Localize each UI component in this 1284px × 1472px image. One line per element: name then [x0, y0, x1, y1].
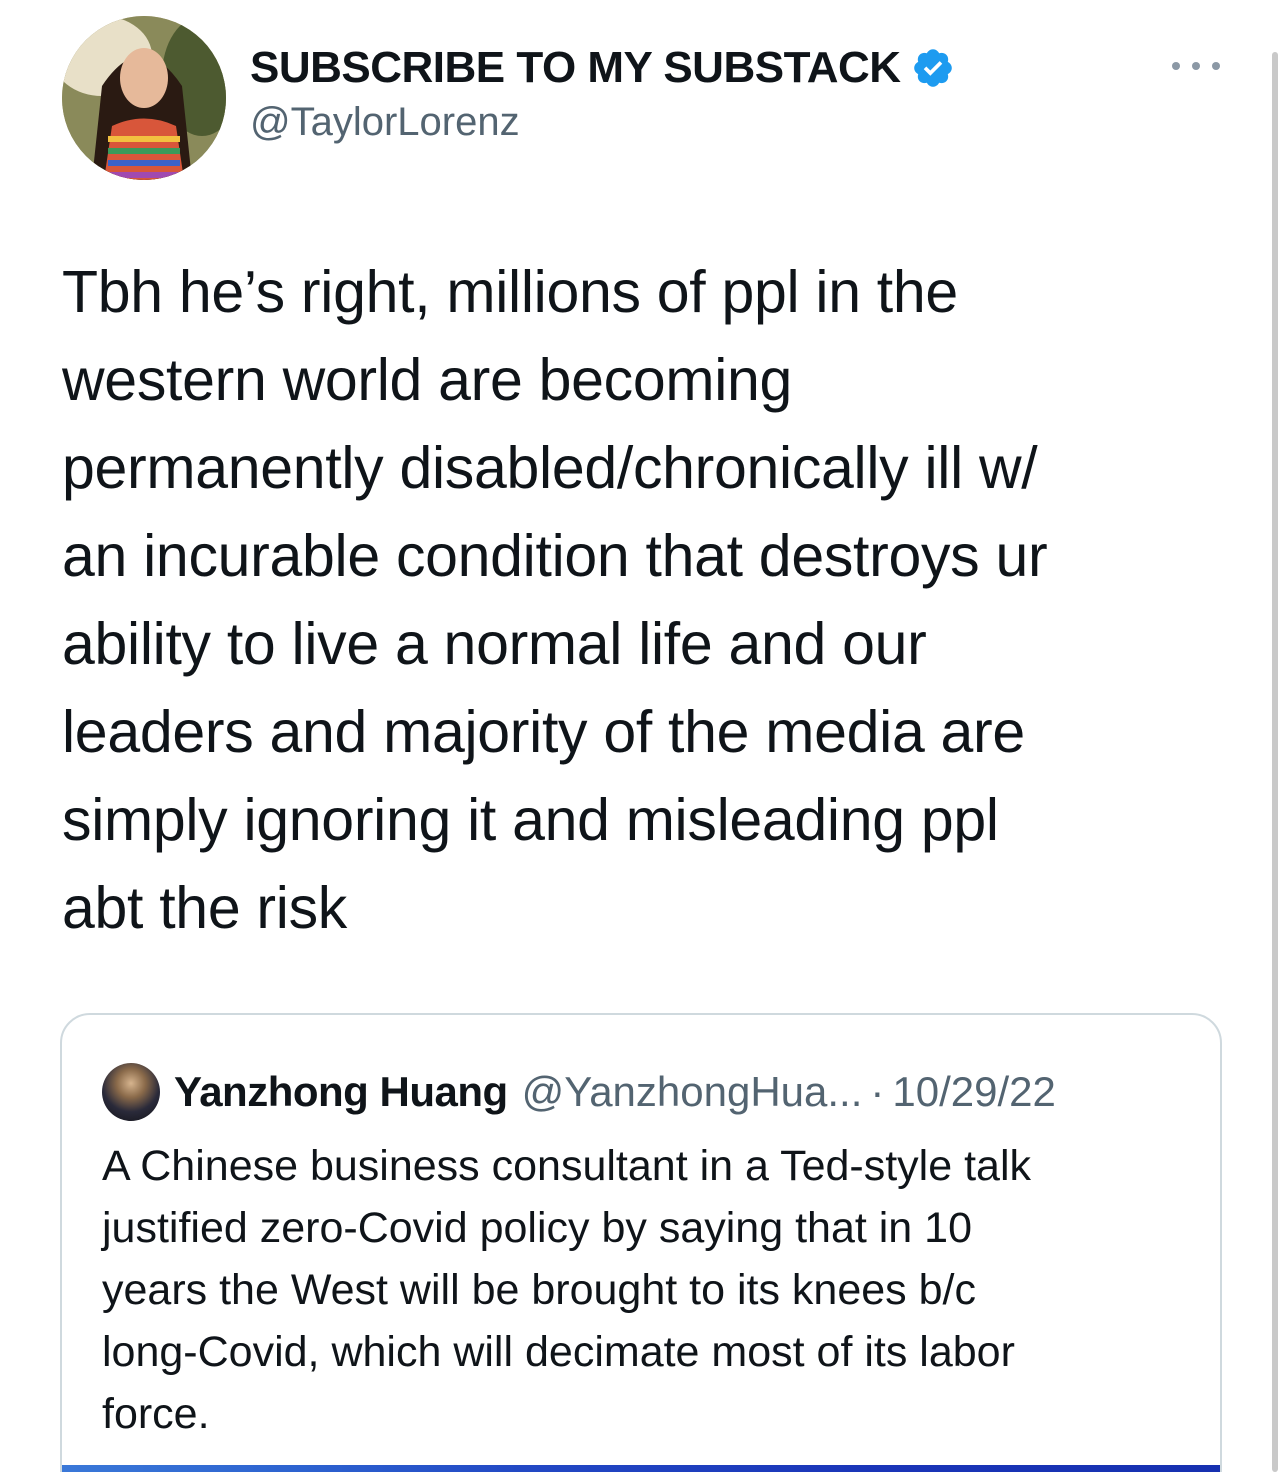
- avatar-photo: [62, 16, 226, 180]
- quoted-tweet-card[interactable]: Yanzhong Huang @YanzhongHua... · 10/29/2…: [60, 1013, 1222, 1472]
- quoted-tweet-text: A Chinese business consultant in a Ted-s…: [102, 1142, 1032, 1438]
- author-handle[interactable]: @TaylorLorenz: [250, 100, 955, 145]
- more-dot: [1212, 62, 1220, 70]
- author-name-row: SUBSCRIBE TO MY SUBSTACK: [250, 40, 955, 96]
- more-dot: [1192, 62, 1200, 70]
- author-avatar[interactable]: [62, 16, 226, 180]
- quoted-tweet-media[interactable]: [62, 1465, 1220, 1472]
- quoted-author-avatar: [102, 1063, 160, 1121]
- quoted-tweet-date: 10/29/22: [892, 1068, 1056, 1115]
- scrollbar[interactable]: [1272, 52, 1278, 1472]
- separator-dot: ·: [870, 1068, 885, 1115]
- verified-badge-icon: [913, 49, 952, 87]
- author-display-name[interactable]: SUBSCRIBE TO MY SUBSTACK: [250, 43, 901, 93]
- author-block[interactable]: SUBSCRIBE TO MY SUBSTACK @TaylorLorenz: [250, 40, 955, 145]
- quoted-author-name: Yanzhong Huang: [174, 1068, 508, 1115]
- more-dot: [1172, 62, 1180, 70]
- quoted-tweet-header: Yanzhong Huang @YanzhongHua... · 10/29/2…: [102, 1063, 1056, 1121]
- tweet-detail-page: SUBSCRIBE TO MY SUBSTACK @TaylorLorenz T…: [0, 0, 1284, 1472]
- tweet-text: Tbh he’s right, millions of ppl in the w…: [62, 259, 1048, 941]
- more-options-icon[interactable]: [1172, 56, 1220, 76]
- quoted-author-handle: @YanzhongHua...: [521, 1068, 863, 1115]
